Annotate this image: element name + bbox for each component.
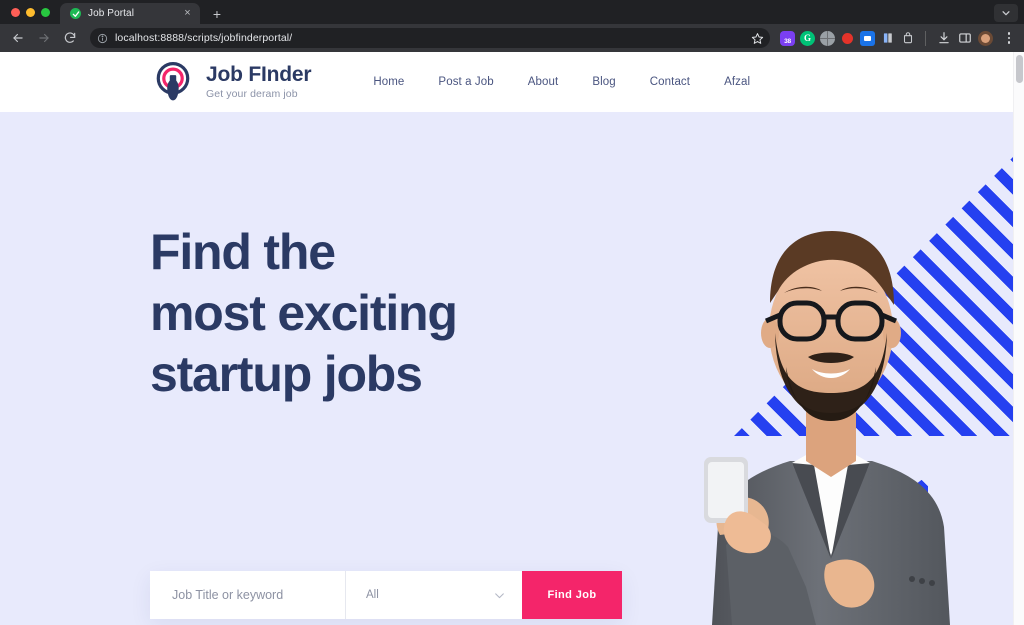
- nav-item-post-a-job[interactable]: Post a Job: [438, 76, 493, 88]
- browser-window: Job Portal × + localhost:8888/scripts/jo…: [0, 0, 1024, 625]
- brand-text: Job FInder Get your deram job: [206, 63, 312, 101]
- page-viewport: Job FInder Get your deram job Home Post …: [0, 52, 1024, 625]
- hero-title-line-3: startup jobs: [150, 346, 423, 402]
- avatar[interactable]: [978, 30, 993, 46]
- tab-search-chevron-icon[interactable]: [994, 4, 1018, 22]
- record-extension-icon[interactable]: [840, 31, 855, 46]
- browser-tab[interactable]: Job Portal ×: [60, 3, 200, 24]
- main-navigation: Home Post a Job About Blog Contact Afzal: [373, 76, 750, 88]
- close-tab-button[interactable]: ×: [181, 7, 194, 20]
- address-bar[interactable]: localhost:8888/scripts/jobfinderportal/: [90, 28, 770, 48]
- reading-list-extension-icon[interactable]: [880, 31, 895, 46]
- minimize-window-button[interactable]: [26, 8, 35, 17]
- brand-tagline: Get your deram job: [206, 88, 298, 101]
- hero-section: Find the most exciting startup jobs Job …: [0, 112, 1024, 625]
- close-window-button[interactable]: [11, 8, 20, 17]
- page-scrollbar[interactable]: [1013, 52, 1024, 625]
- screencast-extension-icon[interactable]: [860, 30, 875, 46]
- job-search-bar: Job Title or keyword All Find Job: [150, 571, 622, 619]
- category-select[interactable]: All: [346, 571, 522, 619]
- check-circle-icon: [70, 8, 81, 19]
- maximize-window-button[interactable]: [41, 8, 50, 17]
- side-panel-icon[interactable]: [957, 30, 973, 46]
- globe-extension-icon[interactable]: [820, 30, 835, 46]
- category-select-value: All: [366, 589, 379, 601]
- new-tab-button[interactable]: +: [206, 3, 228, 24]
- tab-strip: Job Portal × +: [0, 0, 1024, 24]
- grammarly-extension-icon[interactable]: G: [800, 30, 815, 46]
- microphone-broadcast-icon: [150, 59, 196, 105]
- browser-toolbar: localhost:8888/scripts/jobfinderportal/ …: [0, 24, 1024, 52]
- window-controls: [0, 8, 60, 24]
- kebab-menu-icon[interactable]: [1002, 32, 1016, 44]
- hero-copy: Find the most exciting startup jobs: [150, 222, 458, 405]
- forward-arrow-icon[interactable]: [32, 26, 56, 50]
- star-icon[interactable]: [751, 32, 764, 45]
- info-circle-icon[interactable]: [97, 33, 108, 44]
- search-keyword-placeholder: Job Title or keyword: [172, 588, 284, 602]
- nav-item-about[interactable]: About: [528, 76, 559, 88]
- chevron-down-icon: [493, 589, 506, 602]
- nav-item-home[interactable]: Home: [373, 76, 404, 88]
- puzzle-extension-icon[interactable]: [900, 31, 915, 46]
- reload-icon[interactable]: [58, 26, 82, 50]
- tab-title: Job Portal: [88, 8, 135, 19]
- page-title: Find the most exciting startup jobs: [150, 222, 458, 405]
- site-logo[interactable]: Job FInder Get your deram job: [150, 59, 312, 105]
- nav-item-blog[interactable]: Blog: [592, 76, 615, 88]
- search-keyword-input[interactable]: Job Title or keyword: [150, 571, 346, 619]
- nav-item-afzal[interactable]: Afzal: [724, 76, 750, 88]
- nav-item-contact[interactable]: Contact: [650, 76, 690, 88]
- find-job-button-label: Find Job: [547, 589, 597, 601]
- address-bar-url: localhost:8888/scripts/jobfinderportal/: [115, 32, 293, 44]
- download-icon[interactable]: [936, 30, 952, 46]
- extension-icons: 38 G: [778, 30, 1016, 46]
- toolbar-divider: [925, 30, 926, 46]
- hero-title-line-2: most exciting: [150, 285, 458, 341]
- back-arrow-icon[interactable]: [6, 26, 30, 50]
- hero-title-line-1: Find the: [150, 224, 336, 280]
- site-header: Job FInder Get your deram job Home Post …: [0, 52, 1024, 112]
- hero-photo: [666, 135, 996, 625]
- extension-badge-icon[interactable]: 38: [780, 30, 795, 46]
- scrollbar-thumb[interactable]: [1016, 55, 1023, 83]
- find-job-button[interactable]: Find Job: [522, 571, 622, 619]
- brand-name: Job FInder: [206, 63, 312, 87]
